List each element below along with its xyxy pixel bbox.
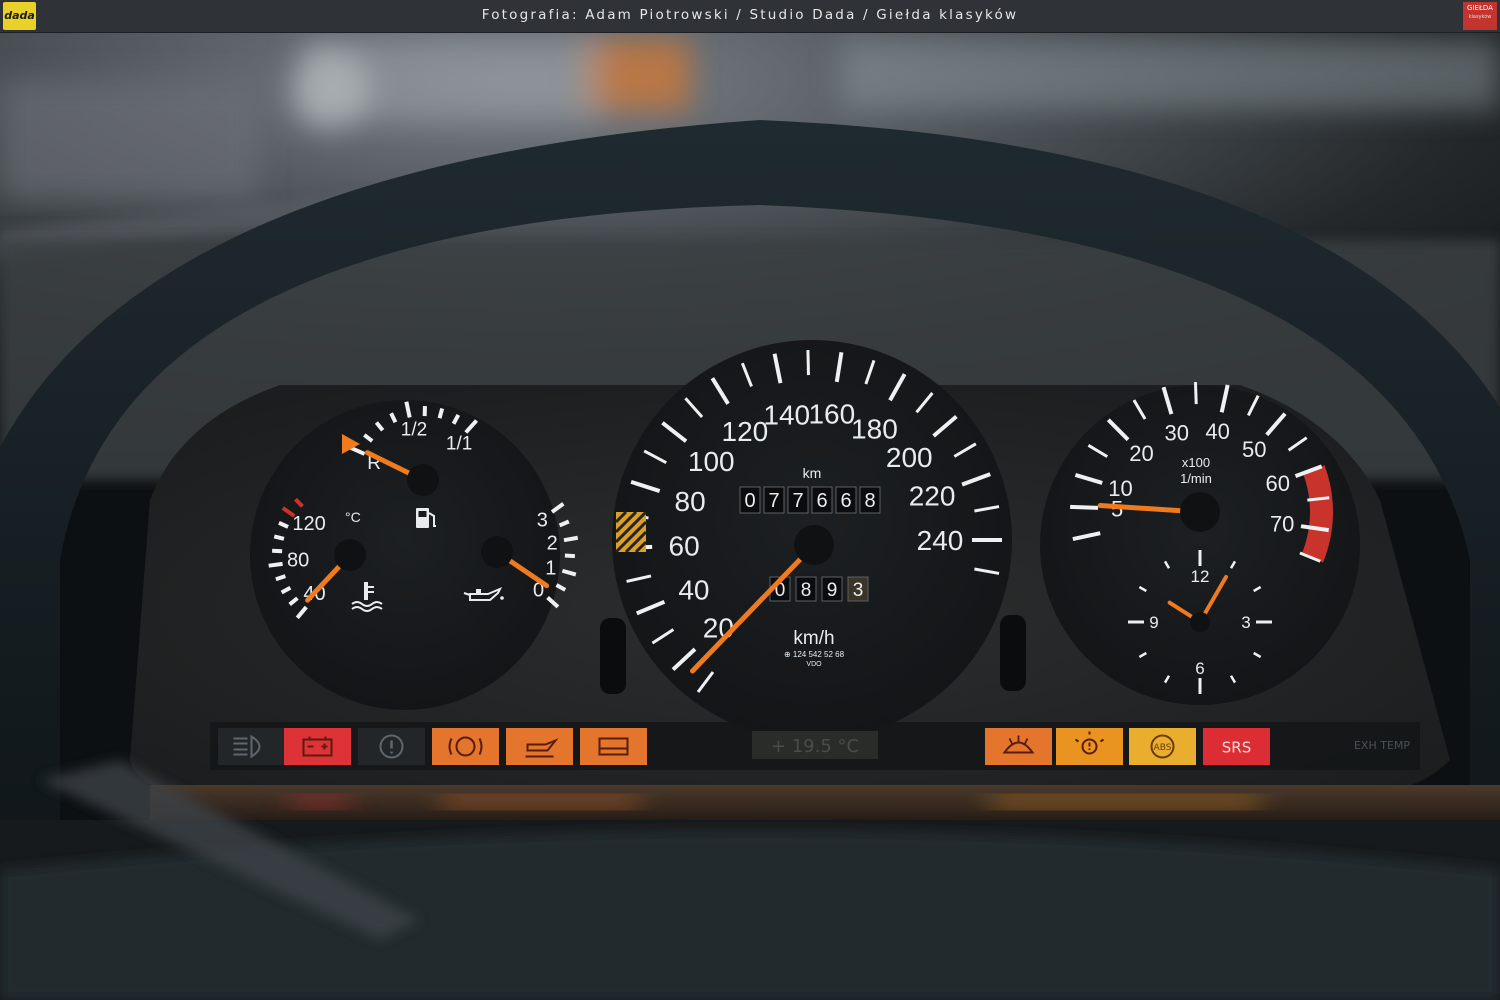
odometer-digit: 0 <box>744 490 755 512</box>
warning-lamp-washer-fluid <box>985 728 1052 765</box>
speed-label: 100 <box>688 446 735 477</box>
warning-lamp-brake-pad <box>432 728 499 765</box>
coolant-level-icon <box>580 728 647 765</box>
tach-label: 60 <box>1265 471 1289 496</box>
speed-unit: km/h <box>793 628 834 649</box>
warning-lamp-battery <box>284 728 351 765</box>
photo-stage: 20 40 60 80 100 120 140 160 180 200 220 240 km 0776… <box>0 0 1500 1000</box>
coolant-label: 120 <box>292 513 325 535</box>
left-reset-knob[interactable] <box>600 618 626 694</box>
clock-hub <box>1190 612 1210 632</box>
right-reset-knob[interactable] <box>1000 615 1026 691</box>
coolant-tick <box>273 534 285 541</box>
speed-tick <box>806 350 810 376</box>
fuel-tick <box>437 408 445 419</box>
speed-label: 40 <box>678 575 709 606</box>
odometer-digit: 7 <box>792 490 803 512</box>
speed-label: 20 <box>703 612 734 643</box>
odometer-digit: 6 <box>816 490 827 512</box>
tach-label: 40 <box>1205 419 1229 444</box>
speedometer-hub <box>794 525 834 565</box>
tachometer-hub <box>1180 492 1220 532</box>
battery-icon <box>284 728 351 765</box>
oil-tick <box>564 553 575 559</box>
oil-gauge-hub <box>481 536 513 568</box>
speed-label: 220 <box>909 481 956 512</box>
coolant-unit: °C <box>345 509 361 525</box>
gielda-logo-text: GIEŁDA <box>1467 4 1493 12</box>
oil-label: 1 <box>545 558 556 580</box>
fuel-gauge-hub <box>407 464 439 496</box>
photo-credit: Fotografia: Adam Piotrowski / Studio Dad… <box>481 7 1019 23</box>
odometer-digit: 8 <box>864 490 875 512</box>
abs-icon: ABS <box>1129 728 1196 765</box>
gielda-logo: GIEŁDA klasyków <box>1463 2 1497 30</box>
trip-digit: 9 <box>827 580 838 601</box>
tach-unit-line1: x100 <box>1182 455 1210 470</box>
exh-temp-label: EXH TEMP <box>1354 739 1410 752</box>
oil-level-icon <box>506 728 573 765</box>
srs-label: SRS <box>1222 739 1251 757</box>
tach-tick <box>1070 504 1099 510</box>
trip-digit: 3 <box>853 580 864 601</box>
wood-trim <box>150 785 1500 825</box>
coolant-gauge-hub <box>334 539 366 571</box>
fuel-label: 1/1 <box>446 433 472 454</box>
headlight-icon <box>218 728 285 765</box>
tach-label: 10 <box>1108 476 1132 501</box>
trip-digit: 8 <box>801 580 812 601</box>
brake-warning-icon <box>358 728 425 765</box>
tach-label: 50 <box>1242 437 1266 462</box>
odometer-digit: 7 <box>768 490 779 512</box>
maker-label: VDO <box>806 661 822 668</box>
gielda-logo-subtext: klasyków <box>1468 14 1492 20</box>
coolant-tick <box>268 561 283 568</box>
abs-label: ABS <box>1154 743 1172 753</box>
distance-unit: km <box>803 465 822 481</box>
tach-label: 20 <box>1129 441 1153 466</box>
brake-pad-icon <box>432 728 499 765</box>
credit-banner: dada Fotografia: Adam Piotrowski / Studi… <box>0 0 1500 33</box>
part-number: ⊕ 124 542 52 68 <box>784 650 845 659</box>
tach-tick <box>1193 382 1198 405</box>
clock-label: 9 <box>1149 613 1158 632</box>
speed-label: 180 <box>851 413 898 444</box>
tach-label: 70 <box>1270 511 1294 536</box>
warning-lamp-oil-level <box>506 728 573 765</box>
warning-lamp-coolant-level <box>580 728 647 765</box>
speed-label: 240 <box>917 525 964 556</box>
speed-label: 140 <box>763 400 810 431</box>
clock-label: 6 <box>1195 659 1204 678</box>
clock-label: 12 <box>1191 567 1210 586</box>
tach-label: 30 <box>1164 420 1188 445</box>
washer-fluid-icon <box>985 728 1052 765</box>
speed-label: 60 <box>669 531 700 562</box>
dashboard-photo: 20406080100120140160180200220240 km 0776… <box>0 32 1500 1000</box>
tach-unit-line2: 1/min <box>1180 471 1212 486</box>
fuel-label: 1/2 <box>401 420 427 441</box>
oil-label: 3 <box>537 509 548 531</box>
coolant-label: 80 <box>287 549 309 571</box>
oil-tick <box>563 535 579 543</box>
speed-label: 120 <box>722 416 769 447</box>
speed-label: 80 <box>675 486 706 517</box>
oil-label: 2 <box>547 532 558 554</box>
coolant-tick <box>272 548 283 554</box>
clock-label: 3 <box>1241 613 1250 632</box>
srs-icon: SRS <box>1203 728 1270 765</box>
bulb-failure-icon <box>1056 728 1123 765</box>
odometer-digit: 6 <box>840 490 851 512</box>
speed-label: 200 <box>886 442 933 473</box>
outside-temperature-readout: + 19.5 °C <box>771 736 859 757</box>
speed-label: 160 <box>808 399 855 430</box>
